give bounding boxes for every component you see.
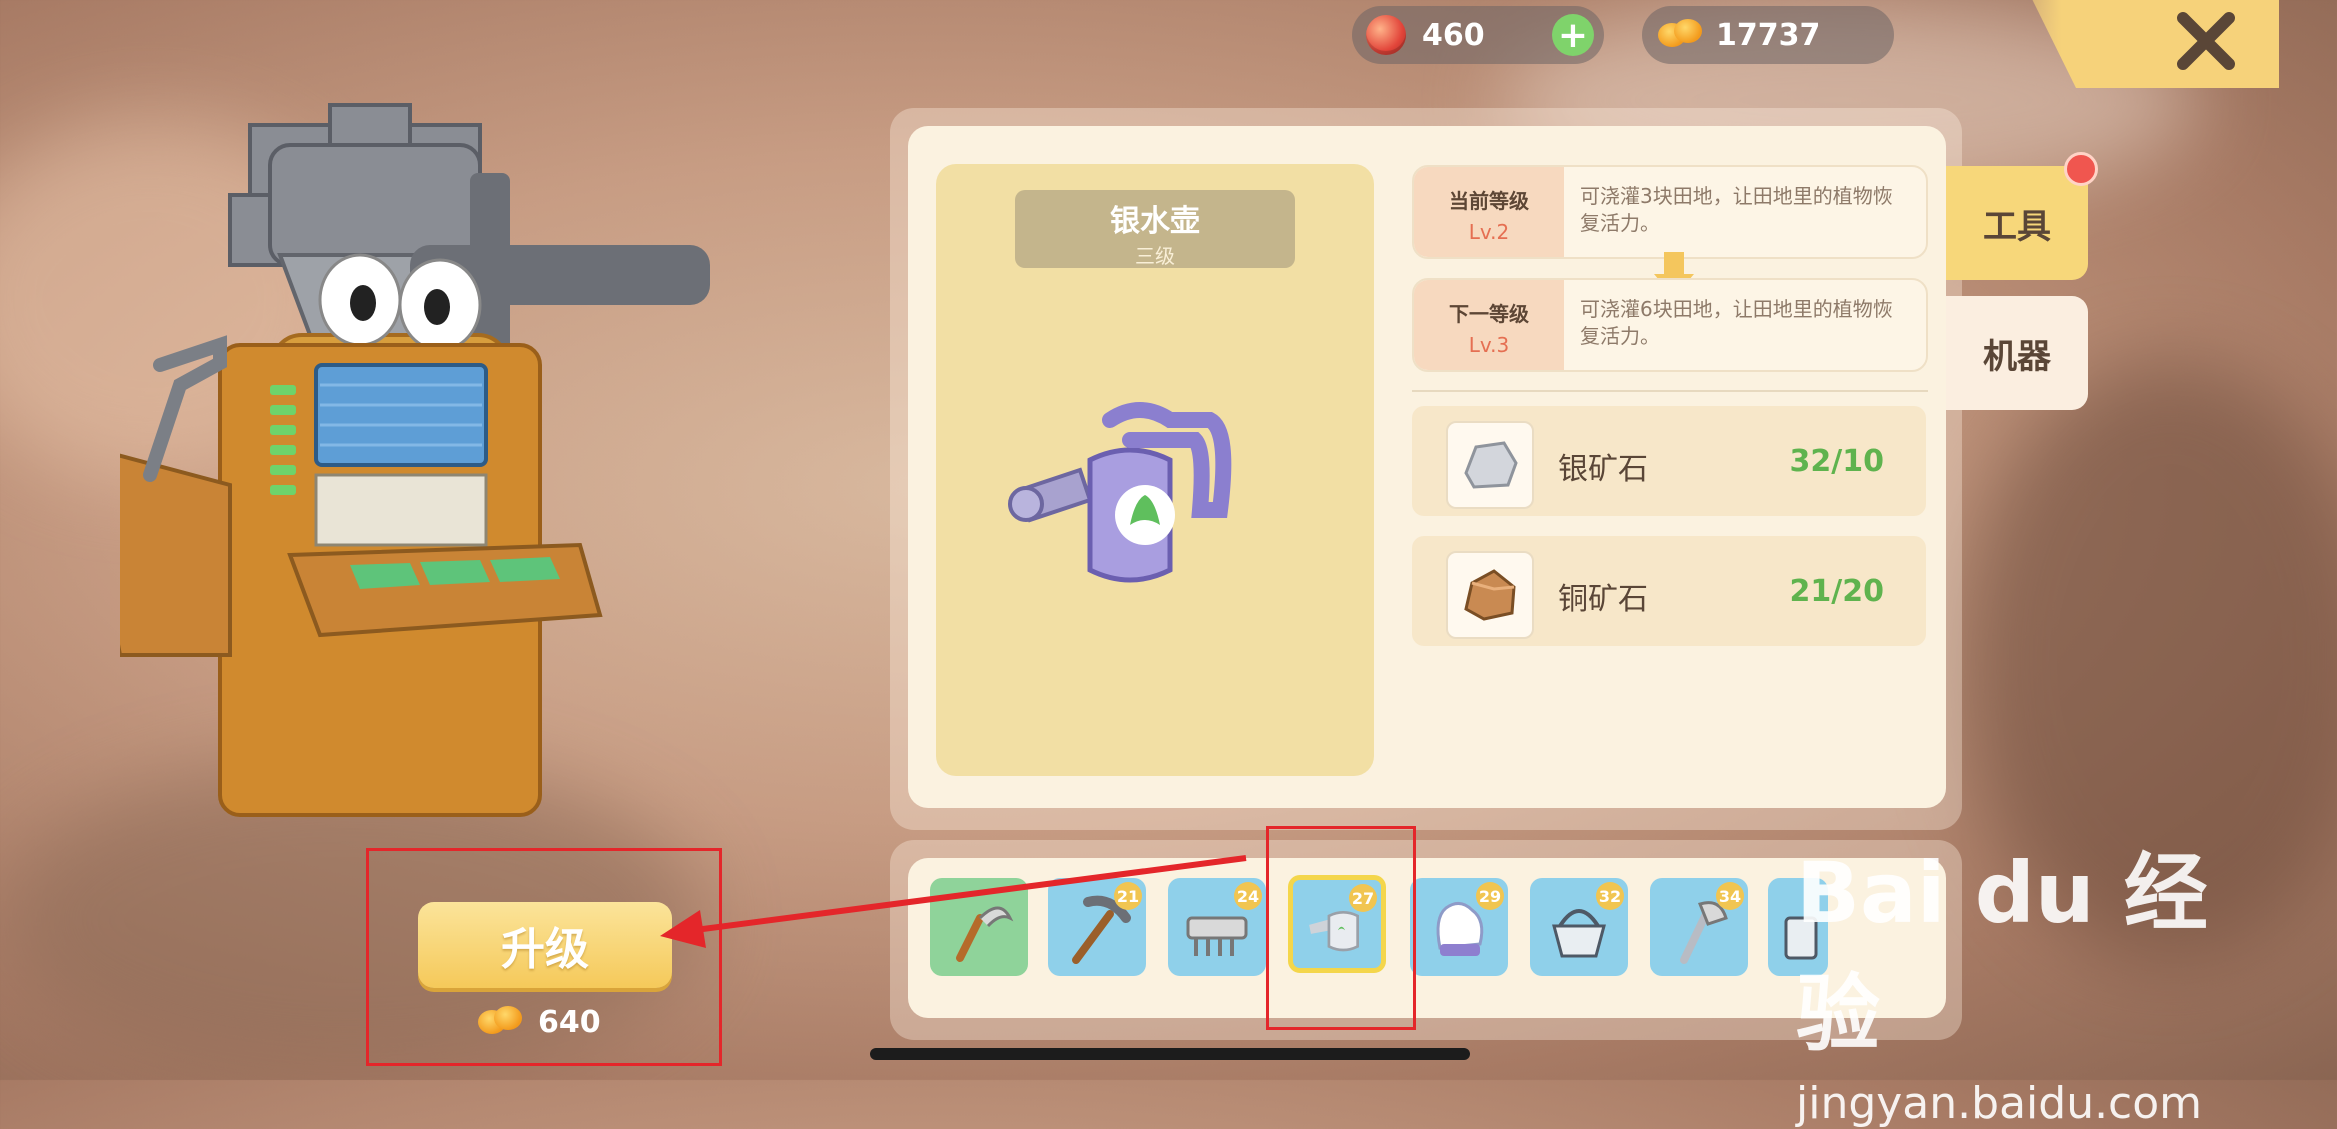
next-level-desc: 可浇灌6块田地，让田地里的植物恢复活力。 [1580, 297, 1893, 348]
tool-slot-glove[interactable]: 29 [1410, 878, 1508, 976]
copper-ore-icon [1446, 551, 1534, 639]
tool-level-badge: 32 [1596, 882, 1624, 910]
bean-icon [1658, 17, 1702, 53]
bean-counter: 17737 [1642, 6, 1894, 64]
material-row: 银矿石 32/10 [1412, 406, 1926, 516]
current-level-title: 当前等级 [1449, 189, 1529, 213]
current-level-value: Lv.2 [1468, 220, 1510, 244]
material-count: 32/10 [1789, 444, 1884, 479]
notification-dot [2064, 152, 2098, 186]
tool-level-badge: 29 [1476, 882, 1504, 910]
material-name: 铜矿石 [1558, 582, 1648, 617]
next-level-row: 下一等级 Lv.3 可浇灌6块田地，让田地里的植物恢复活力。 [1412, 278, 1928, 372]
watering-can-icon [1000, 400, 1260, 604]
watermark-brand: Bai du 经验 [1796, 844, 2208, 1063]
close-icon [2177, 12, 2235, 70]
add-gems-button[interactable]: + [1552, 14, 1594, 56]
watermark: Bai du 经验 jingyan.baidu.com [1796, 826, 2216, 1129]
tool-level-badge: 34 [1716, 882, 1744, 910]
annotation-arrow [660, 855, 1247, 948]
highlight-box-tool [1266, 826, 1416, 1030]
gem-count: 460 [1422, 17, 1485, 53]
home-indicator[interactable] [870, 1048, 1470, 1060]
tool-slot-basket[interactable]: 32 [1530, 878, 1628, 976]
bean-count: 17737 [1716, 17, 1821, 53]
watermark-url: jingyan.baidu.com [1796, 1078, 2203, 1129]
tool-slot-axe[interactable]: 34 [1650, 878, 1748, 976]
gem-icon [1366, 15, 1406, 55]
upgrade-machine-illustration [77, 95, 900, 955]
next-level-label: 下一等级 Lv.3 [1414, 280, 1564, 370]
item-tier: 三级 [1135, 244, 1175, 268]
item-name: 银水壶 [1110, 204, 1200, 239]
material-name: 银矿石 [1558, 452, 1648, 487]
close-button[interactable] [2171, 6, 2241, 76]
material-row: 铜矿石 21/20 [1412, 536, 1926, 646]
tab-tools[interactable]: 工具 [1946, 166, 2088, 280]
tab-machines[interactable]: 机器 [1946, 296, 2088, 410]
silver-ore-icon [1446, 421, 1534, 509]
current-level-label: 当前等级 Lv.2 [1414, 167, 1564, 257]
gem-counter: 460 + [1352, 6, 1604, 64]
next-level-value: Lv.3 [1468, 333, 1510, 357]
next-level-title: 下一等级 [1449, 302, 1529, 326]
material-count: 21/20 [1789, 574, 1884, 609]
item-title-box: 银水壶 三级 [1015, 190, 1295, 268]
current-level-desc: 可浇灌3块田地，让田地里的植物恢复活力。 [1580, 184, 1893, 235]
current-level-row: 当前等级 Lv.2 可浇灌3块田地，让田地里的植物恢复活力。 [1412, 165, 1928, 259]
divider [1412, 390, 1928, 392]
